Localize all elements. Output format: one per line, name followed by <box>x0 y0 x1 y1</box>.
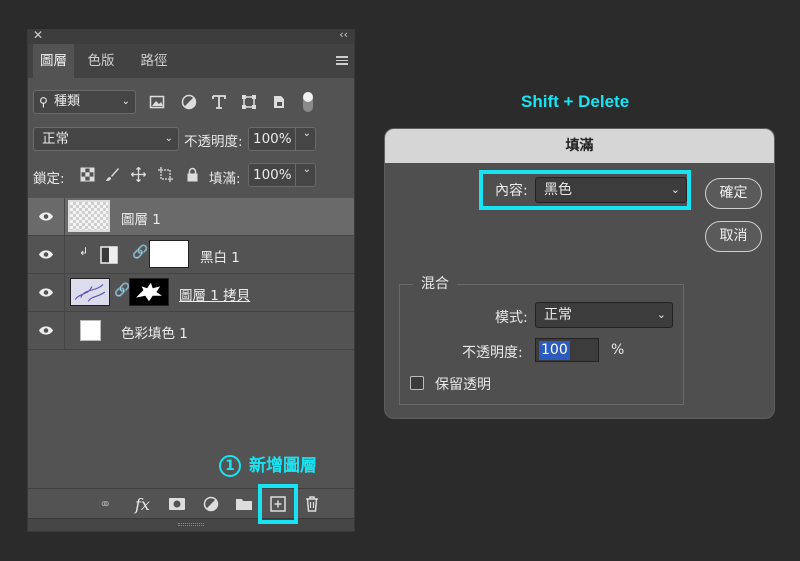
lock-label: 鎖定: <box>33 171 65 187</box>
content-label: 內容: <box>495 183 528 199</box>
type-filter-icon[interactable] <box>211 94 227 110</box>
opacity-input[interactable]: 100 <box>535 338 599 362</box>
mode-label: 模式: <box>495 310 528 326</box>
tab-channels[interactable]: 色版 <box>81 44 121 78</box>
shape-filter-icon[interactable] <box>241 94 257 110</box>
ok-button[interactable]: 確定 <box>705 178 762 209</box>
adjustment-filter-icon[interactable] <box>181 94 197 110</box>
layer-thumbnail <box>70 278 110 306</box>
chevron-down-icon: ⌄ <box>164 133 173 144</box>
opacity-label: 不透明度: <box>184 134 243 150</box>
preserve-transparency-label[interactable]: 保留透明 <box>435 374 491 394</box>
layer-mask-thumbnail[interactable] <box>149 240 189 268</box>
lock-row: 鎖定: 填滿: 100% ⌄ <box>33 163 351 189</box>
image-filter-icon[interactable] <box>149 94 165 110</box>
preserve-transparency-checkbox[interactable] <box>410 376 424 390</box>
layer-name[interactable]: 黑白 1 <box>200 246 240 266</box>
shortcut-annotation: Shift + Delete <box>521 92 630 111</box>
fill-input[interactable]: 100% <box>248 163 296 187</box>
filter-toggle-switch[interactable] <box>301 90 315 114</box>
filter-kind-label: 種類 <box>54 94 81 109</box>
lock-image-pixels-icon[interactable] <box>105 167 120 182</box>
adjustment-layer-icon <box>100 246 118 264</box>
panel-tabs: 圖層 色版 路徑 <box>28 44 354 78</box>
mode-select[interactable]: 正常 ⌄ <box>535 302 673 328</box>
layer-thumbnail <box>68 200 110 232</box>
step-number: 1 <box>219 455 241 477</box>
folder-icon[interactable] <box>235 495 253 513</box>
close-icon[interactable]: ✕ <box>33 28 43 42</box>
chevron-down-icon: ⌄ <box>670 183 680 196</box>
adjustment-layer-icon[interactable] <box>202 495 220 513</box>
content-value: 黑色 <box>544 182 572 198</box>
visibility-eye-icon[interactable] <box>38 249 54 260</box>
fx-icon[interactable]: fx <box>135 495 153 514</box>
add-mask-icon[interactable] <box>168 495 186 513</box>
layer-mask-thumbnail[interactable] <box>129 278 169 306</box>
layer-name[interactable]: 圖層 1 拷貝 <box>179 284 250 304</box>
tab-layers[interactable]: 圖層 <box>33 44 74 78</box>
filter-kind-select[interactable]: ⚲ 種類 ⌄ <box>33 90 136 114</box>
chevron-down-icon: ⌄ <box>121 96 130 107</box>
panel-resize-grip[interactable] <box>28 518 354 531</box>
fill-dropdown[interactable]: ⌄ <box>296 163 316 187</box>
opacity-input[interactable]: 100% <box>248 127 296 151</box>
cancel-button[interactable]: 取消 <box>705 221 762 252</box>
opacity-value: 100 <box>539 341 570 360</box>
lock-transparent-pixels-icon[interactable] <box>80 167 95 182</box>
visibility-eye-icon[interactable] <box>38 325 54 336</box>
mode-value: 正常 <box>544 307 572 323</box>
layer-row[interactable]: ↲ 🔗 黑白 1 <box>28 236 354 274</box>
chevron-down-icon: ⌄ <box>302 128 311 139</box>
layer-name[interactable]: 色彩填色 1 <box>121 322 188 342</box>
search-icon: ⚲ <box>39 95 48 109</box>
panel-menu-icon[interactable] <box>336 56 348 67</box>
trash-icon[interactable] <box>303 495 321 513</box>
visibility-eye-icon[interactable] <box>38 211 54 222</box>
annotation-new-layer: 1 新增圖層 <box>219 451 317 477</box>
link-layers-icon[interactable]: ⚭ <box>99 495 117 513</box>
content-select[interactable]: 黑色 ⌄ <box>535 177 687 203</box>
panel-title-bar: ✕ ‹‹ <box>28 28 354 44</box>
blend-mode-value: 正常 <box>42 131 69 147</box>
lock-all-icon[interactable] <box>185 167 200 182</box>
layer-row[interactable]: 色彩填色 1 <box>28 312 354 350</box>
fill-label: 填滿: <box>209 171 241 187</box>
lock-position-icon[interactable] <box>131 167 146 182</box>
blend-row: 正常 ⌄ 不透明度: 100% ⌄ <box>33 127 351 153</box>
layers-bottom-toolbar: ⚭ fx <box>28 488 354 518</box>
fill-dialog: 填滿 內容: 黑色 ⌄ 確定 取消 混合 模式: 正常 ⌄ 不透明度: 100 … <box>384 128 775 419</box>
layer-name[interactable]: 圖層 1 <box>121 208 161 228</box>
fill-color-swatch[interactable] <box>80 320 101 341</box>
visibility-eye-icon[interactable] <box>38 287 54 298</box>
new-layer-highlight <box>258 484 298 524</box>
blend-mode-select[interactable]: 正常 ⌄ <box>33 127 179 151</box>
collapse-icon[interactable]: ‹‹ <box>339 28 348 41</box>
annotation-text: 新增圖層 <box>249 456 317 476</box>
smart-object-filter-icon[interactable] <box>271 94 287 110</box>
chain-link-icon[interactable]: 🔗 <box>114 283 130 298</box>
blending-title: 混合 <box>413 273 457 293</box>
opacity-unit: % <box>611 342 625 358</box>
chevron-down-icon: ⌄ <box>302 164 311 175</box>
chain-link-icon[interactable]: 🔗 <box>132 245 148 260</box>
opacity-label: 不透明度: <box>462 345 523 361</box>
opacity-dropdown[interactable]: ⌄ <box>296 127 316 151</box>
clipping-arrow-icon: ↲ <box>79 245 89 258</box>
dialog-title: 填滿 <box>385 129 774 163</box>
layer-row[interactable]: 🔗 圖層 1 拷貝 <box>28 274 354 312</box>
chevron-down-icon: ⌄ <box>656 308 666 321</box>
lock-artboard-icon[interactable] <box>158 167 173 182</box>
tab-paths[interactable]: 路徑 <box>134 44 174 78</box>
layer-row[interactable]: 圖層 1 <box>28 198 354 236</box>
